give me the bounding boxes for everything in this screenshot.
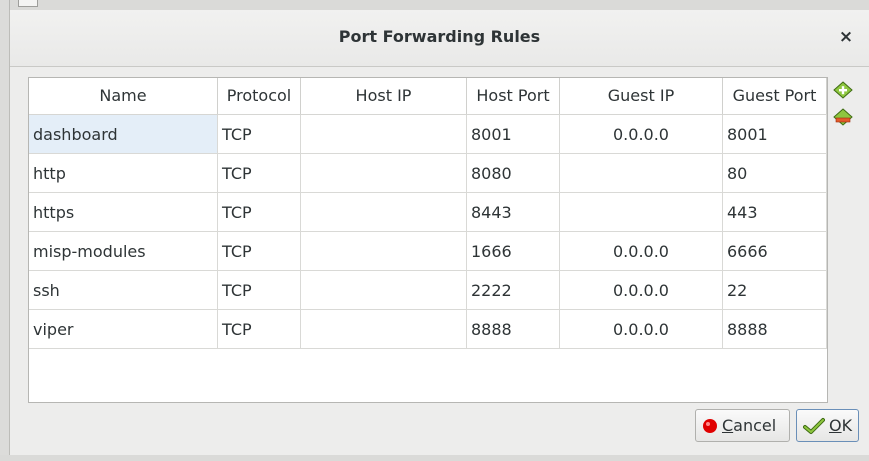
add-rule-icon <box>833 81 853 99</box>
cell-host-port[interactable]: 2222 <box>467 271 560 310</box>
table-row[interactable]: misp-modules TCP 1666 0.0.0.0 6666 <box>29 232 827 271</box>
cell-host-ip[interactable] <box>301 115 467 154</box>
cell-guest-ip[interactable]: 0.0.0.0 <box>560 271 723 310</box>
column-header-host-ip[interactable]: Host IP <box>301 78 467 114</box>
cell-name[interactable]: dashboard <box>29 115 218 154</box>
cell-host-port[interactable]: 1666 <box>467 232 560 271</box>
background-tab <box>18 0 38 7</box>
cell-name[interactable]: viper <box>29 310 218 349</box>
column-header-protocol[interactable]: Protocol <box>218 78 301 114</box>
cell-guest-port[interactable]: 443 <box>723 193 827 232</box>
table-row[interactable]: viper TCP 8888 0.0.0.0 8888 <box>29 310 827 349</box>
cell-host-ip[interactable] <box>301 232 467 271</box>
ok-button[interactable]: OK <box>796 409 859 442</box>
close-icon[interactable]: × <box>833 24 859 50</box>
port-forwarding-dialog: Port Forwarding Rules × Name Protocol Ho… <box>9 10 869 455</box>
table-row[interactable]: https TCP 8443 443 <box>29 193 827 232</box>
background-window <box>0 0 869 10</box>
column-header-guest-port[interactable]: Guest Port <box>723 78 827 114</box>
cell-host-ip[interactable] <box>301 310 467 349</box>
cell-host-port[interactable]: 8443 <box>467 193 560 232</box>
column-header-name[interactable]: Name <box>29 78 218 114</box>
dialog-title: Port Forwarding Rules <box>338 27 541 46</box>
cell-protocol[interactable]: TCP <box>218 232 301 271</box>
table-row[interactable]: ssh TCP 2222 0.0.0.0 22 <box>29 271 827 310</box>
column-header-host-port[interactable]: Host Port <box>467 78 560 114</box>
cell-name[interactable]: http <box>29 154 218 193</box>
ok-label: OK <box>829 416 853 435</box>
add-rule-button[interactable] <box>832 80 854 100</box>
cell-guest-port[interactable]: 8888 <box>723 310 827 349</box>
cell-host-ip[interactable] <box>301 154 467 193</box>
cell-guest-ip[interactable]: 0.0.0.0 <box>560 310 723 349</box>
background-window-bottom <box>0 455 869 461</box>
cancel-label: Cancel <box>722 416 777 435</box>
cell-name[interactable]: ssh <box>29 271 218 310</box>
cell-host-port[interactable]: 8001 <box>467 115 560 154</box>
cell-host-port[interactable]: 8888 <box>467 310 560 349</box>
remove-rule-icon <box>833 108 853 126</box>
cancel-button[interactable]: Cancel <box>695 409 790 442</box>
cell-protocol[interactable]: TCP <box>218 310 301 349</box>
rules-table: Name Protocol Host IP Host Port Guest IP… <box>28 77 828 403</box>
column-header-guest-ip[interactable]: Guest IP <box>560 78 723 114</box>
table-header: Name Protocol Host IP Host Port Guest IP… <box>29 78 827 115</box>
cell-host-ip[interactable] <box>301 271 467 310</box>
table-row[interactable]: http TCP 8080 80 <box>29 154 827 193</box>
table-row[interactable]: dashboard TCP 8001 0.0.0.0 8001 <box>29 115 827 154</box>
cell-guest-port[interactable]: 80 <box>723 154 827 193</box>
cell-protocol[interactable]: TCP <box>218 271 301 310</box>
cell-name[interactable]: https <box>29 193 218 232</box>
cell-guest-ip[interactable]: 0.0.0.0 <box>560 115 723 154</box>
cancel-icon <box>702 418 718 434</box>
cell-guest-ip[interactable] <box>560 193 723 232</box>
cell-protocol[interactable]: TCP <box>218 115 301 154</box>
cell-protocol[interactable]: TCP <box>218 193 301 232</box>
cell-guest-ip[interactable] <box>560 154 723 193</box>
checkmark-icon <box>803 417 825 435</box>
cell-host-ip[interactable] <box>301 193 467 232</box>
cell-host-port[interactable]: 8080 <box>467 154 560 193</box>
cell-guest-port[interactable]: 22 <box>723 271 827 310</box>
remove-rule-button[interactable] <box>832 107 854 127</box>
cell-guest-ip[interactable]: 0.0.0.0 <box>560 232 723 271</box>
cell-name[interactable]: misp-modules <box>29 232 218 271</box>
dialog-titlebar: Port Forwarding Rules × <box>10 10 869 67</box>
cell-guest-port[interactable]: 6666 <box>723 232 827 271</box>
cell-guest-port[interactable]: 8001 <box>723 115 827 154</box>
cell-protocol[interactable]: TCP <box>218 154 301 193</box>
